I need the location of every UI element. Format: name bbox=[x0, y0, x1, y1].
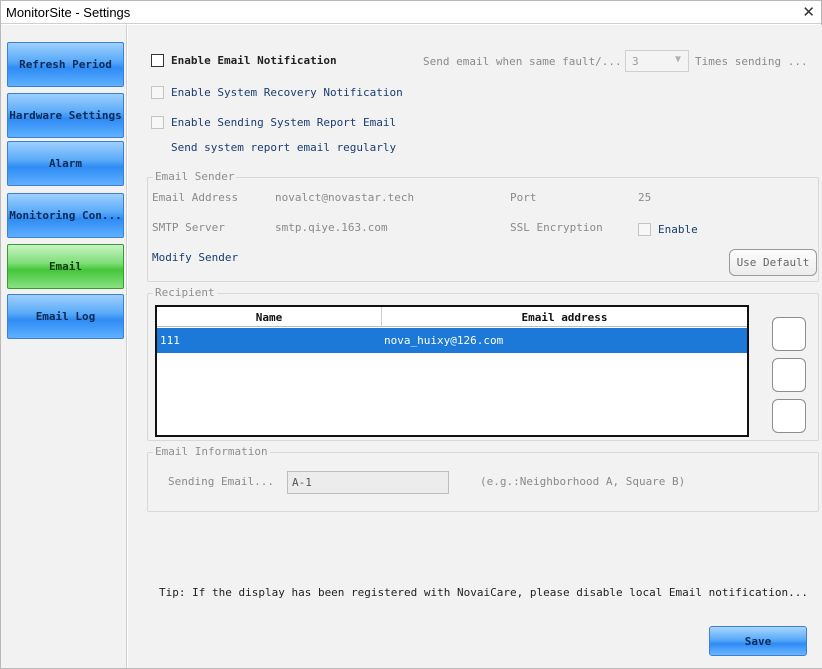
enable-email-notification-row[interactable]: Enable Email Notification bbox=[151, 54, 337, 67]
settings-sidebar: Refresh Period Hardware Settings Alarm M… bbox=[1, 25, 127, 668]
column-header-email[interactable]: Email address bbox=[381, 307, 747, 327]
system-recovery-checkbox[interactable] bbox=[151, 86, 164, 99]
sidebar-item-email[interactable]: Email bbox=[7, 244, 124, 289]
delete-recipient-button[interactable] bbox=[772, 399, 806, 433]
chevron-down-icon: ▼ bbox=[674, 54, 681, 65]
email-information-legend: Email Information bbox=[153, 445, 270, 458]
tip-text: Tip: If the display has been registered … bbox=[159, 586, 809, 599]
email-address-label: Email Address bbox=[152, 191, 239, 204]
sidebar-item-hardware-settings[interactable]: Hardware Settings bbox=[7, 93, 124, 138]
recipient-email-cell: nova_huixy@126.com bbox=[384, 334, 504, 347]
recipient-legend: Recipient bbox=[153, 286, 217, 299]
recipient-name-cell: 111 bbox=[160, 334, 180, 347]
sidebar-item-alarm[interactable]: Alarm bbox=[7, 141, 124, 186]
ssl-enable-label: Enable bbox=[658, 223, 698, 236]
system-recovery-label: Enable System Recovery Notification bbox=[171, 86, 403, 99]
system-report-label: Enable Sending System Report Email bbox=[171, 116, 397, 129]
sending-email-example: (e.g.:Neighborhood A, Square B) bbox=[480, 475, 686, 488]
times-value: 3 bbox=[632, 54, 639, 68]
close-icon[interactable]: ✕ bbox=[802, 3, 815, 21]
sending-email-label: Sending Email... bbox=[168, 475, 274, 488]
smtp-server-value: smtp.qiye.163.com bbox=[275, 221, 388, 234]
enable-email-notification-label: Enable Email Notification bbox=[171, 54, 337, 67]
email-settings-panel: Enable Email Notification Send email whe… bbox=[128, 25, 822, 668]
sidebar-item-email-log[interactable]: Email Log bbox=[7, 294, 124, 339]
enable-email-notification-checkbox[interactable] bbox=[151, 54, 164, 67]
times-sending-label: Times sending ... bbox=[695, 55, 808, 68]
port-label: Port bbox=[510, 191, 537, 204]
system-report-row[interactable]: Enable Sending System Report Email bbox=[151, 116, 396, 129]
window-title: MonitorSite - Settings bbox=[6, 5, 131, 20]
title-bar: MonitorSite - Settings ✕ bbox=[1, 1, 821, 24]
settings-window: MonitorSite - Settings ✕ Refresh Period … bbox=[0, 0, 822, 669]
save-button[interactable]: Save bbox=[709, 626, 807, 656]
email-sender-group: Email Sender bbox=[147, 170, 819, 282]
modify-sender-link[interactable]: Modify Sender bbox=[152, 251, 238, 264]
system-recovery-row[interactable]: Enable System Recovery Notification bbox=[151, 86, 403, 99]
sidebar-item-monitoring-con[interactable]: Monitoring Con... bbox=[7, 193, 124, 238]
table-header: Name Email address bbox=[157, 307, 747, 327]
smtp-server-label: SMTP Server bbox=[152, 221, 225, 234]
edit-recipient-button[interactable] bbox=[772, 358, 806, 392]
same-fault-label: Send email when same fault/... bbox=[423, 55, 622, 68]
system-report-checkbox[interactable] bbox=[151, 116, 164, 129]
ssl-enable-row[interactable]: Enable bbox=[638, 223, 698, 236]
ssl-enable-checkbox[interactable] bbox=[638, 223, 651, 236]
email-sender-legend: Email Sender bbox=[153, 170, 237, 183]
add-recipient-button[interactable] bbox=[772, 317, 806, 351]
email-address-value: novalct@novastar.tech bbox=[275, 191, 415, 204]
report-regularly-label: Send system report email regularly bbox=[171, 141, 397, 154]
port-value: 25 bbox=[638, 191, 652, 204]
use-default-button[interactable]: Use Default bbox=[729, 249, 817, 276]
column-header-name[interactable]: Name bbox=[157, 307, 381, 327]
sidebar-item-refresh-period[interactable]: Refresh Period bbox=[7, 42, 124, 87]
recipient-table[interactable]: Name Email address 111 nova_huixy@126.co… bbox=[155, 305, 749, 437]
sending-email-input[interactable]: A-1 bbox=[287, 471, 449, 494]
ssl-encryption-label: SSL Encryption bbox=[510, 221, 603, 234]
times-combobox[interactable]: 3 ▼ bbox=[625, 50, 689, 72]
table-row[interactable]: 111 nova_huixy@126.com bbox=[157, 328, 747, 353]
